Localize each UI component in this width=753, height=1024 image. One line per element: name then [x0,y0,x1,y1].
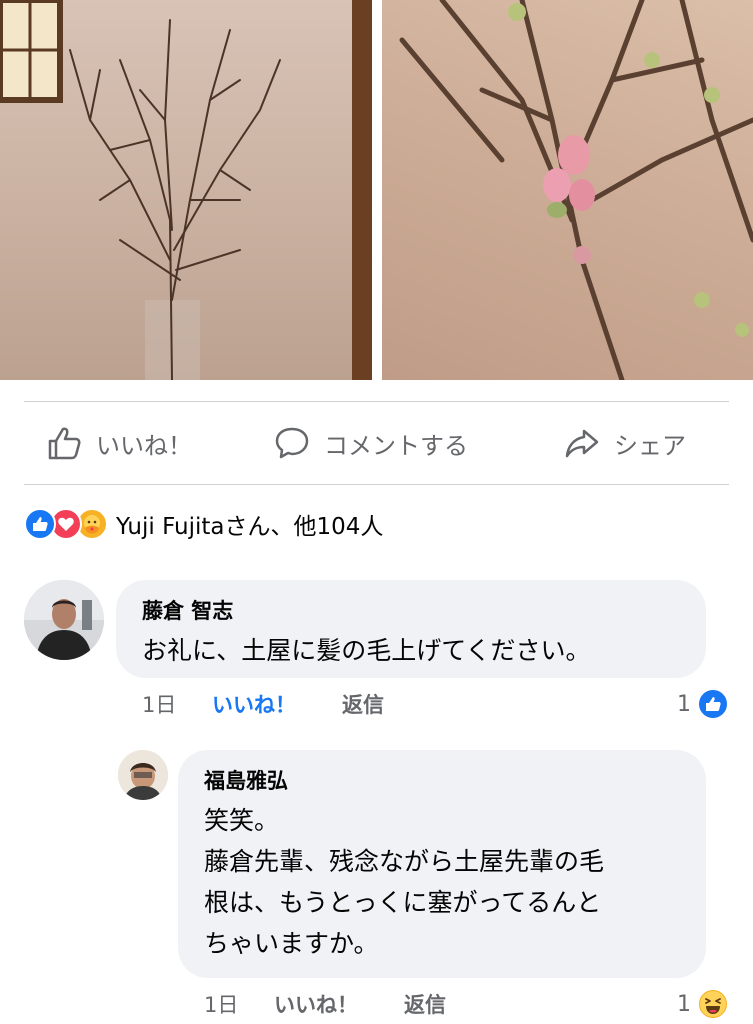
comment-meta: 1日 いいね！ 返信 [204,988,446,1020]
post-action-bar: いいね！ コメントする シェア [24,402,729,484]
cherry-blossom-buds-photo[interactable] [382,0,753,380]
comment-author[interactable]: 福島雅弘 [204,766,680,796]
share-arrow-icon [564,425,600,461]
share-button-label: シェア [614,431,686,460]
like-reaction-icon [24,508,56,540]
reactions-summary-text: Yuji Fujitaさん、他104人 [116,514,384,540]
comment-text-line: 根は、もうとっくに塞がってるんと [204,888,602,917]
comment-reaction-count[interactable]: 1 [677,988,729,1020]
comment-author[interactable]: 藤倉 智志 [142,596,680,626]
thumbs-up-icon [46,425,82,461]
comment-bubble: 福島雅弘 笑笑。 藤倉先輩、残念ながら土屋先輩の毛 根は、もうとっくに塞がってる… [178,750,706,978]
comment-reply-link[interactable]: 返信 [404,989,446,1019]
avatar[interactable] [24,580,104,660]
comment-time[interactable]: 1日 [204,989,274,1019]
avatar[interactable] [118,750,168,800]
like-button-label: いいね！ [96,431,192,460]
comment-button-label: コメントする [324,431,468,460]
comment-bubble-icon [274,425,310,461]
like-reaction-icon [697,688,729,720]
haha-reaction-icon [697,988,729,1020]
comment-reply-link[interactable]: 返信 [342,689,384,719]
comment-text: 笑笑。 藤倉先輩、残念ながら土屋先輩の毛 根は、もうとっくに塞がってるんと ちゃ… [204,800,680,964]
comment-reaction-count[interactable]: 1 [677,688,729,720]
comment-button[interactable]: コメントする [274,420,468,466]
branches-in-vase-photo[interactable] [0,0,372,380]
reaction-count-number: 1 [677,991,691,1017]
comment-text-line: 藤倉先輩、残念ながら土屋先輩の毛 [204,847,605,876]
like-button[interactable]: いいね！ [46,420,192,466]
share-button[interactable]: シェア [564,420,686,466]
reactions-summary[interactable]: Yuji Fujitaさん、他104人 [24,506,383,542]
comment-text-line: 笑笑。 [204,806,280,835]
comment-text-line: ちゃいますか。 [204,929,379,958]
comment-time[interactable]: 1日 [142,689,212,719]
post-photo-grid [0,0,753,380]
reaction-count-number: 1 [677,691,691,717]
comment-like-link[interactable]: いいね！ [274,989,404,1019]
divider-bottom [24,484,729,485]
comment-text: お礼に、土屋に髪の毛上げてください。 [142,636,591,665]
comment-meta: 1日 いいね！ 返信 [142,688,384,720]
comment-bubble: 藤倉 智志 お礼に、土屋に髪の毛上げてください。 [116,580,706,678]
comment-like-link[interactable]: いいね！ [212,689,342,719]
